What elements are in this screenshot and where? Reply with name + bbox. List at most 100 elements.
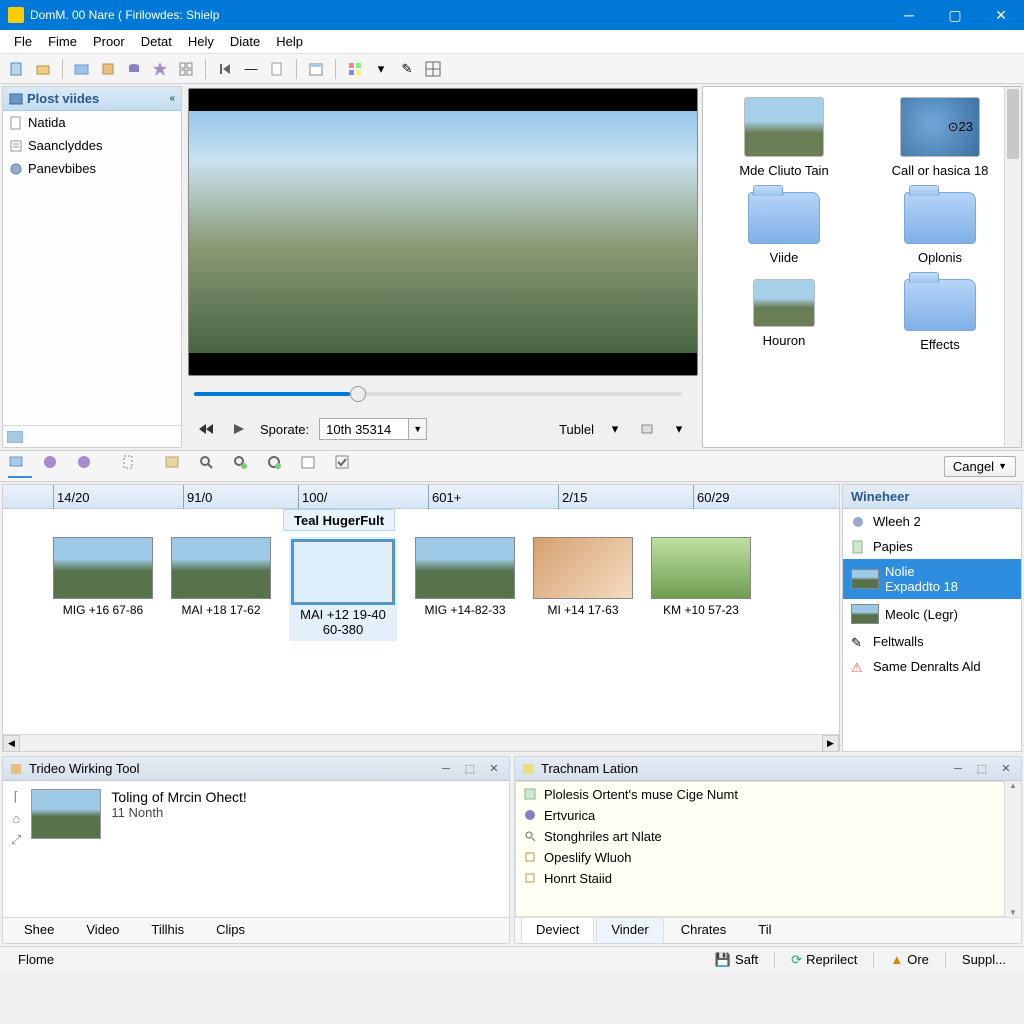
seek-thumb[interactable]: [350, 386, 366, 402]
sidebar-header[interactable]: Plost viides «: [3, 87, 181, 111]
ts-item-wleeh[interactable]: Wleeh 2: [843, 509, 1021, 534]
tool-dropdown-icon[interactable]: ▾: [370, 58, 392, 80]
tl-view-icon[interactable]: [8, 454, 32, 478]
library-scrollbar[interactable]: [1004, 87, 1021, 447]
panel-pin-button[interactable]: ⬚: [973, 760, 991, 778]
panel-min-button[interactable]: ─: [437, 760, 455, 778]
clip-item[interactable]: MIG +16 67-86: [53, 537, 153, 617]
scroll-right-button[interactable]: ▶: [822, 735, 839, 752]
log-item[interactable]: Plolesis Ortent's muse Cige Numt: [516, 784, 1020, 805]
sidebar-item-saanclyddes[interactable]: Saanclyddes: [3, 134, 181, 157]
tool-folder-icon[interactable]: [71, 58, 93, 80]
tab-til[interactable]: Til: [743, 918, 786, 943]
lib-item-oplonis[interactable]: Oplonis: [867, 192, 1013, 265]
clip-item[interactable]: MI +14 17-63: [533, 537, 633, 617]
tool-calendar-icon[interactable]: [305, 58, 327, 80]
minimize-button[interactable]: ─: [886, 0, 932, 30]
tool-star-icon[interactable]: [149, 58, 171, 80]
log-item[interactable]: Honrt Staiid: [516, 868, 1020, 889]
menu-hely[interactable]: Hely: [180, 32, 222, 51]
tab-video[interactable]: Video: [71, 918, 134, 943]
panel-min-button[interactable]: ─: [949, 760, 967, 778]
clip-item-selected[interactable]: MAI +12 19-4060-380: [289, 537, 397, 641]
timeline-ruler[interactable]: 14/20 91/0 100/ 601+ 2/15 60/29: [3, 485, 839, 509]
tl-zoomin-icon[interactable]: [232, 454, 256, 478]
tool-new-icon[interactable]: [6, 58, 28, 80]
tl-globe2-icon[interactable]: [76, 454, 100, 478]
ts-item-nolie[interactable]: NolieExpaddto 18: [843, 559, 1021, 599]
tool-table-icon[interactable]: [422, 58, 444, 80]
lib-item-effects[interactable]: Effects: [867, 279, 1013, 352]
ts-item-papies[interactable]: Papies: [843, 534, 1021, 559]
tool-grid-icon[interactable]: [175, 58, 197, 80]
tab-shee[interactable]: Shee: [9, 918, 69, 943]
menu-proor[interactable]: Proor: [85, 32, 133, 51]
tl-marker-icon[interactable]: [120, 454, 144, 478]
menu-detat[interactable]: Detat: [133, 32, 180, 51]
panel-close-button[interactable]: ✕: [485, 760, 503, 778]
status-ore[interactable]: ▲Ore: [880, 950, 939, 969]
tab-deviect[interactable]: Deviect: [521, 918, 594, 943]
timeline-hscrollbar[interactable]: ◀ ▶: [3, 734, 839, 751]
sidebar-item-panevbibes[interactable]: Panevbibes: [3, 157, 181, 180]
status-home[interactable]: Flome: [8, 950, 64, 969]
video-preview[interactable]: [188, 88, 698, 376]
tl-cal-icon[interactable]: [300, 454, 324, 478]
lib-item-mde-cliuto[interactable]: Mde Cliuto Tain: [711, 97, 857, 178]
tl-zoom-icon[interactable]: [198, 454, 222, 478]
tubl-dropdown-1[interactable]: ▾: [604, 418, 626, 440]
clip-item[interactable]: KM +10 57-23: [651, 537, 751, 617]
card-icon[interactable]: [7, 431, 23, 443]
tool-entry[interactable]: Toling of Mrcin Ohect! 11 Nonth: [111, 789, 246, 820]
log-item[interactable]: Ertvurica: [516, 805, 1020, 826]
tool-dash-icon[interactable]: —: [240, 58, 262, 80]
tl-image-icon[interactable]: [164, 454, 188, 478]
log-item[interactable]: Opeslify Wluoh: [516, 847, 1020, 868]
log-scrollbar[interactable]: [1004, 781, 1021, 917]
tl-zoomout-icon[interactable]: [266, 454, 290, 478]
maximize-button[interactable]: ▢: [932, 0, 978, 30]
panel-close-button[interactable]: ✕: [997, 760, 1015, 778]
expand-icon[interactable]: ⤢: [11, 832, 21, 848]
tool-pencil-icon[interactable]: ✎: [396, 58, 418, 80]
panel-pin-button[interactable]: ⬚: [461, 760, 479, 778]
scroll-left-button[interactable]: ◀: [3, 735, 20, 752]
menu-help[interactable]: Help: [268, 32, 311, 51]
ts-item-feltwalls[interactable]: ✎Feltwalls: [843, 629, 1021, 654]
prev-button[interactable]: [196, 418, 218, 440]
tool-page-icon[interactable]: [266, 58, 288, 80]
tab-chrates[interactable]: Chrates: [666, 918, 742, 943]
lib-item-viide[interactable]: Viide: [711, 192, 857, 265]
cancel-button[interactable]: Cangel▼: [944, 456, 1016, 477]
menu-fime[interactable]: Fime: [40, 32, 85, 51]
seek-slider[interactable]: [194, 392, 682, 396]
sporate-dropdown[interactable]: ▼: [409, 418, 427, 440]
home-small-icon[interactable]: ⌂: [12, 811, 20, 826]
ts-item-same-denralts[interactable]: ⚠Same Denralts Ald: [843, 654, 1021, 679]
tubl-dropdown-2[interactable]: ▾: [668, 418, 690, 440]
menu-fle[interactable]: Fle: [6, 32, 40, 51]
play-button[interactable]: [228, 418, 250, 440]
tl-globe1-icon[interactable]: [42, 454, 66, 478]
ts-item-meolc[interactable]: Meolc (Legr): [843, 599, 1021, 629]
status-suppl[interactable]: Suppl...: [952, 950, 1016, 969]
log-item[interactable]: Stonghriles art Nlate: [516, 826, 1020, 847]
tl-check-icon[interactable]: [334, 454, 358, 478]
sporate-input[interactable]: [319, 418, 409, 440]
tool-open-icon[interactable]: [32, 58, 54, 80]
tool-db-icon[interactable]: [123, 58, 145, 80]
clip-item[interactable]: MAI +18 17-62: [171, 537, 271, 617]
tubl-icon[interactable]: [636, 418, 658, 440]
clip-item[interactable]: MIG +14-82-33: [415, 537, 515, 617]
menu-diate[interactable]: Diate: [222, 32, 268, 51]
sidebar-item-natida[interactable]: Natida: [3, 111, 181, 134]
tool-skip-start-icon[interactable]: [214, 58, 236, 80]
tab-clips[interactable]: Clips: [201, 918, 260, 943]
close-button[interactable]: ✕: [978, 0, 1024, 30]
tool-puzzle-icon[interactable]: [97, 58, 119, 80]
tool-palette-icon[interactable]: [344, 58, 366, 80]
status-reprilect[interactable]: ⟳Reprilect: [781, 950, 867, 970]
status-saft[interactable]: 💾Saft: [705, 950, 768, 970]
lib-item-call-hasica[interactable]: ⊙23Call or hasica 18: [867, 97, 1013, 178]
tab-tillhis[interactable]: Tillhis: [136, 918, 199, 943]
